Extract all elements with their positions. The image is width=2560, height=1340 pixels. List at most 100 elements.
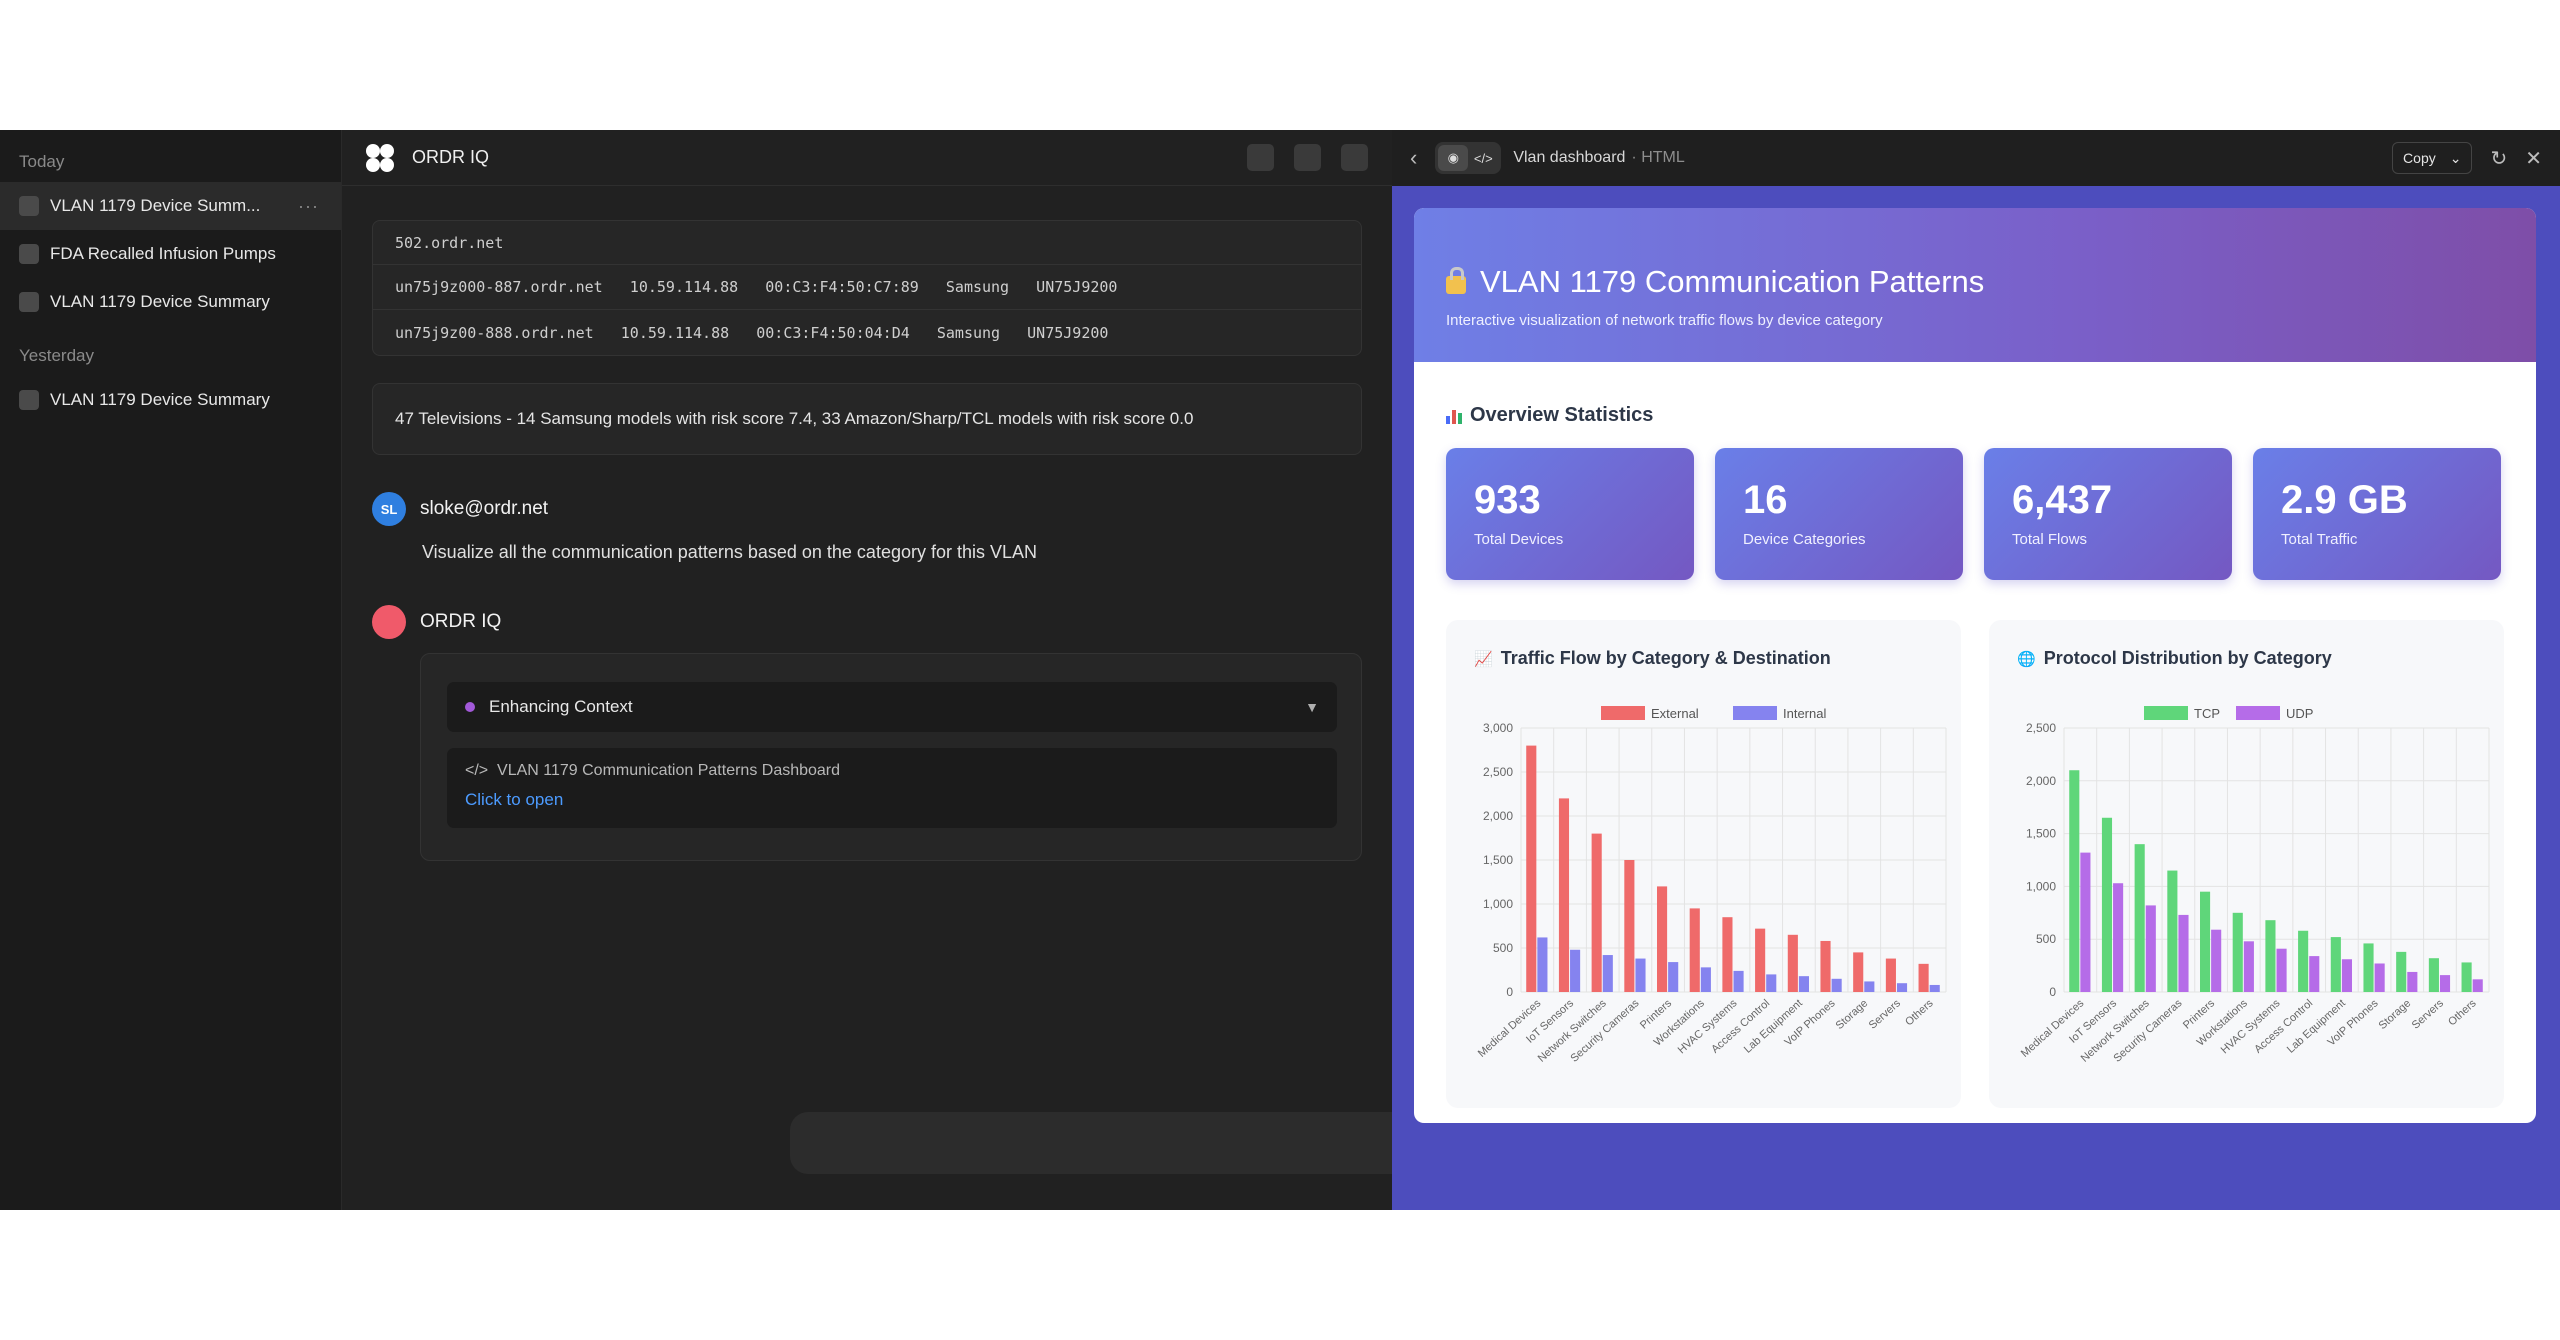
legend-swatch[interactable]: [1601, 706, 1645, 720]
eye-icon[interactable]: ◉: [1438, 145, 1469, 171]
bar-internal[interactable]: [1896, 983, 1908, 992]
sidebar-item-fda-recalled[interactable]: FDA Recalled Infusion Pumps: [0, 230, 341, 278]
bar-tcp[interactable]: [2363, 943, 2374, 992]
bar-external[interactable]: [1624, 860, 1635, 992]
bar-udp[interactable]: [2407, 971, 2418, 992]
bar-tcp[interactable]: [2461, 962, 2472, 992]
bar-external[interactable]: [1591, 833, 1602, 992]
bar-udp[interactable]: [2309, 956, 2320, 992]
close-icon[interactable]: ✕: [2525, 146, 2542, 171]
sidebar-item-vlan-summary-active[interactable]: VLAN 1179 Device Summ... ···: [0, 182, 341, 230]
share-icon[interactable]: [1247, 144, 1274, 171]
bar-udp[interactable]: [2243, 941, 2254, 992]
bar-internal[interactable]: [1700, 967, 1711, 992]
refresh-icon[interactable]: ↻: [2490, 146, 2507, 171]
legend-label: External: [1651, 706, 1699, 721]
bar-tcp[interactable]: [2396, 951, 2407, 992]
bar-external[interactable]: [1657, 886, 1668, 992]
dashboard-title-text: VLAN 1179 Communication Patterns: [1480, 264, 1985, 299]
history-icon[interactable]: [1294, 144, 1321, 171]
bar-internal[interactable]: [1602, 955, 1613, 992]
bar-tcp[interactable]: [2069, 770, 2080, 992]
legend-swatch[interactable]: [1733, 706, 1777, 720]
x-tick-label: Lab Equipment: [2285, 997, 2348, 1055]
bar-tcp[interactable]: [2330, 937, 2341, 992]
artifact-card[interactable]: </> VLAN 1179 Communication Patterns Das…: [447, 748, 1337, 828]
bar-internal[interactable]: [1864, 981, 1875, 992]
sidebar: Today VLAN 1179 Device Summ... ··· FDA R…: [0, 130, 342, 1210]
stat-label: Total Devices: [1474, 531, 1564, 548]
legend-swatch[interactable]: [2236, 706, 2280, 720]
bar-udp[interactable]: [2374, 963, 2385, 992]
bar-internal[interactable]: [1570, 949, 1581, 992]
bar-internal[interactable]: [1831, 978, 1842, 992]
bar-internal[interactable]: [1635, 958, 1646, 992]
assistant-message-header: ORDR IQ: [372, 605, 501, 639]
bar-external[interactable]: [1689, 908, 1700, 992]
bar-tcp[interactable]: [2428, 958, 2439, 992]
code-block: 502.ordr.net un75j9z000-887.ordr.net 10.…: [372, 220, 1362, 356]
enhancing-context-toggle[interactable]: Enhancing Context ▼: [447, 682, 1337, 732]
legend-label: Internal: [1783, 706, 1826, 721]
bar-tcp[interactable]: [2101, 817, 2113, 992]
bar-internal[interactable]: [1537, 937, 1548, 992]
y-tick-label: 0: [2049, 985, 2056, 999]
bar-udp[interactable]: [2080, 852, 2091, 992]
stat-card-total-traffic: 2.9 GB Total Traffic: [2253, 448, 2501, 580]
bar-external[interactable]: [1885, 958, 1896, 992]
bar-udp[interactable]: [2113, 883, 2124, 992]
bar-udp[interactable]: [2178, 914, 2189, 992]
code-view-icon[interactable]: </>: [1468, 145, 1498, 171]
new-chat-icon[interactable]: [1341, 144, 1368, 171]
assistant-avatar: [372, 605, 406, 639]
assistant-response: Enhancing Context ▼ </> VLAN 1179 Commun…: [420, 653, 1362, 861]
y-tick-label: 2,000: [2026, 774, 2056, 788]
chevron-down-icon[interactable]: ⌄: [2450, 150, 2462, 167]
click-to-open-link[interactable]: Click to open: [465, 790, 1319, 810]
more-options-icon[interactable]: ···: [298, 196, 319, 217]
bar-internal[interactable]: [1668, 962, 1679, 992]
bar-external[interactable]: [1787, 934, 1798, 992]
bar-internal[interactable]: [1733, 970, 1744, 992]
stat-value: 2.9 GB: [2281, 478, 2408, 522]
bar-tcp[interactable]: [2232, 912, 2243, 992]
chat-icon: [19, 244, 39, 264]
stat-label: Device Categories: [1743, 531, 1866, 548]
sidebar-item-vlan-summary[interactable]: VLAN 1179 Device Summary: [0, 278, 341, 326]
bar-tcp[interactable]: [2265, 920, 2276, 992]
sidebar-item-vlan-summary-yesterday[interactable]: VLAN 1179 Device Summary: [0, 376, 341, 424]
back-icon[interactable]: ‹: [1410, 145, 1417, 171]
bar-internal[interactable]: [1766, 974, 1777, 992]
stat-label: Total Flows: [2012, 531, 2088, 548]
bar-tcp[interactable]: [2134, 844, 2145, 992]
bar-external[interactable]: [1558, 798, 1570, 992]
bar-udp[interactable]: [2145, 905, 2156, 992]
globe-icon: 🌐: [2017, 650, 2036, 668]
bar-external[interactable]: [1820, 940, 1831, 992]
bar-external[interactable]: [1853, 952, 1864, 992]
bar-external[interactable]: [1526, 745, 1537, 992]
bar-tcp[interactable]: [2200, 891, 2211, 992]
bar-udp[interactable]: [2211, 929, 2222, 992]
bar-tcp[interactable]: [2167, 870, 2178, 992]
bar-external[interactable]: [1755, 928, 1766, 992]
bar-udp[interactable]: [2276, 948, 2287, 992]
legend-swatch[interactable]: [2144, 706, 2188, 720]
assistant-name: ORDR IQ: [420, 611, 502, 632]
stat-card-device-categories: 16 Device Categories: [1715, 448, 1963, 580]
bar-udp[interactable]: [2439, 975, 2451, 992]
section-yesterday: Yesterday: [19, 346, 94, 365]
status-dot-icon: [465, 702, 475, 712]
app-window: Today VLAN 1179 Device Summ... ··· FDA R…: [0, 130, 2560, 1210]
bar-udp[interactable]: [2472, 979, 2483, 992]
bar-internal[interactable]: [1798, 976, 1809, 992]
bar-tcp[interactable]: [2298, 930, 2309, 992]
dashboard-hero: VLAN 1179 Communication Patterns Interac…: [1414, 208, 2536, 362]
bar-external[interactable]: [1722, 917, 1733, 992]
sidebar-item-label: FDA Recalled Infusion Pumps: [50, 244, 276, 263]
y-tick-label: 1,000: [2026, 879, 2056, 893]
bar-internal[interactable]: [1929, 984, 1940, 992]
bar-udp[interactable]: [2341, 959, 2352, 992]
bar-external[interactable]: [1918, 963, 1929, 992]
copy-button[interactable]: Copy ⌄: [2392, 142, 2473, 174]
